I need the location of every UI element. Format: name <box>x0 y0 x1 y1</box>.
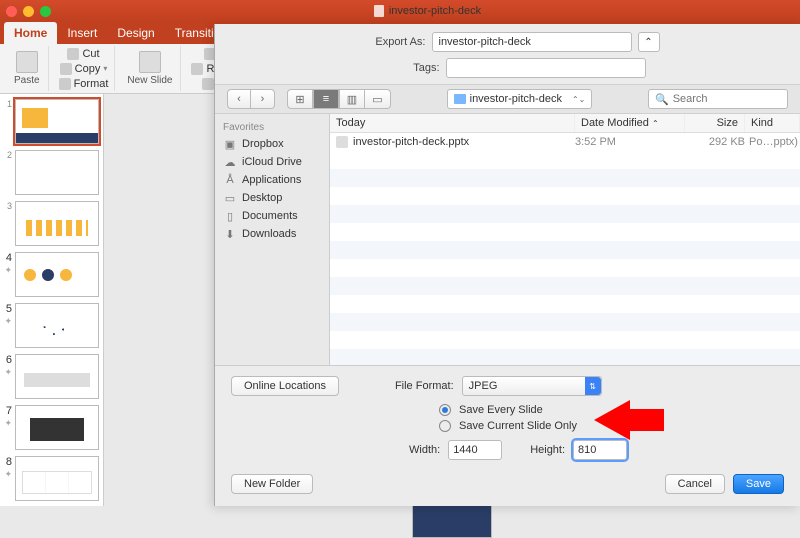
view-gallery-button[interactable]: ▭ <box>365 89 391 109</box>
width-label: Width: <box>409 444 440 456</box>
radio-save-every-slide[interactable] <box>439 404 451 416</box>
window-title-text: investor-pitch-deck <box>389 5 481 17</box>
sidebar-item-desktop[interactable]: ▭Desktop <box>219 189 325 207</box>
file-icon <box>336 136 348 148</box>
tab-insert[interactable]: Insert <box>57 22 107 44</box>
folder-dropdown[interactable]: investor-pitch-deck ⌃⌄ <box>447 89 593 109</box>
expand-dialog-button[interactable]: ⌃ <box>638 32 660 52</box>
tags-label: Tags: <box>370 62 440 74</box>
minimize-window-icon[interactable] <box>23 6 34 17</box>
search-field[interactable]: 🔍 <box>648 89 788 109</box>
file-list-header[interactable]: Today Date Modified ⌃ Size Kind <box>330 114 800 133</box>
format-button[interactable]: Format <box>57 77 111 91</box>
col-date: Date Modified ⌃ <box>575 114 685 132</box>
view-list-button[interactable]: ≡ <box>313 89 339 109</box>
search-icon: 🔍 <box>655 93 669 106</box>
new-slide-button[interactable]: New Slide <box>123 46 176 91</box>
dialog-options: Online Locations File Format: JPEG ⇅ Sav… <box>215 365 800 506</box>
cloud-icon: ☁ <box>223 156 237 168</box>
thumbnail-5[interactable]: 5✦ <box>4 303 99 348</box>
cut-button[interactable]: Cut <box>65 47 101 61</box>
col-name[interactable]: Today <box>330 114 575 132</box>
thumbnail-2[interactable]: 2The ProblemDescribe the problem <box>4 150 99 195</box>
nav-back-button[interactable]: ‹ <box>227 89 251 109</box>
title-bar: investor-pitch-deck <box>0 0 800 22</box>
select-arrows-icon: ⇅ <box>585 377 601 395</box>
thumbnail-3[interactable]: 3 <box>4 201 99 246</box>
downloads-icon: ⬇ <box>223 228 237 240</box>
copy-icon <box>60 63 72 75</box>
finder-sidebar: Favorites ▣Dropbox ☁iCloud Drive ÅApplic… <box>215 114 330 365</box>
copy-button[interactable]: Copy▾ <box>58 62 110 76</box>
tab-design[interactable]: Design <box>107 22 164 44</box>
zoom-window-icon[interactable] <box>40 6 51 17</box>
paste-button[interactable]: Paste <box>10 46 44 91</box>
thumbnail-1[interactable]: 1 <box>4 99 99 144</box>
tags-input[interactable] <box>446 58 646 78</box>
file-list: Today Date Modified ⌃ Size Kind investor… <box>330 114 800 365</box>
radio-save-current-slide[interactable] <box>439 420 451 432</box>
file-list-empty-area <box>330 151 800 365</box>
height-input[interactable] <box>573 440 627 460</box>
file-row[interactable]: investor-pitch-deck.pptx 3:52 PM 292 KB … <box>330 133 800 151</box>
applications-icon: Å <box>223 174 237 186</box>
section-icon <box>202 78 214 90</box>
finder-toolbar: ‹ › ⊞ ≡ ▥ ▭ investor-pitch-deck ⌃⌄ 🔍 <box>215 84 800 114</box>
window-title: investor-pitch-deck <box>61 5 794 17</box>
document-icon <box>374 5 384 17</box>
export-as-label: Export As: <box>356 36 426 48</box>
tab-home[interactable]: Home <box>4 22 57 44</box>
sidebar-item-downloads[interactable]: ⬇Downloads <box>219 225 325 243</box>
col-size[interactable]: Size <box>685 114 745 132</box>
reset-icon <box>191 63 203 75</box>
window-controls <box>6 6 51 17</box>
desktop-icon: ▭ <box>223 192 237 204</box>
radio-save-every-label: Save Every Slide <box>459 404 543 416</box>
sidebar-item-dropbox[interactable]: ▣Dropbox <box>219 135 325 153</box>
col-kind[interactable]: Kind <box>745 114 800 132</box>
online-locations-button[interactable]: Online Locations <box>231 376 339 396</box>
export-dialog: Export As: ⌃ Tags: ‹ › ⊞ ≡ ▥ ▭ investor-… <box>214 24 800 506</box>
thumbnail-6[interactable]: 6✦ <box>4 354 99 399</box>
paintbrush-icon <box>59 78 71 90</box>
new-folder-button[interactable]: New Folder <box>231 474 313 494</box>
save-button[interactable]: Save <box>733 474 784 494</box>
thumbnail-8[interactable]: 8✦ <box>4 456 99 501</box>
width-input[interactable] <box>448 440 502 460</box>
thumbnail-7[interactable]: 7✦ <box>4 405 99 450</box>
slide-thumbnails: 1 2The ProblemDescribe the problem 3 4✦ … <box>0 94 104 506</box>
search-input[interactable] <box>673 93 781 105</box>
documents-icon: ▯ <box>223 210 237 222</box>
sidebar-item-icloud[interactable]: ☁iCloud Drive <box>219 153 325 171</box>
scissors-icon <box>67 48 79 60</box>
cancel-button[interactable]: Cancel <box>665 474 725 494</box>
file-format-label: File Format: <box>395 380 454 392</box>
sidebar-favorites-header: Favorites <box>219 120 325 135</box>
height-label: Height: <box>530 444 565 456</box>
view-columns-button[interactable]: ▥ <box>339 89 365 109</box>
view-icons-button[interactable]: ⊞ <box>287 89 313 109</box>
nav-forward-button[interactable]: › <box>251 89 275 109</box>
sidebar-item-applications[interactable]: ÅApplications <box>219 171 325 189</box>
new-slide-icon <box>139 51 161 73</box>
thumbnail-4[interactable]: 4✦ <box>4 252 99 297</box>
folder-icon <box>454 94 466 104</box>
file-format-select[interactable]: JPEG ⇅ <box>462 376 602 396</box>
clipboard-icon <box>16 51 38 73</box>
close-window-icon[interactable] <box>6 6 17 17</box>
radio-save-current-label: Save Current Slide Only <box>459 420 577 432</box>
sidebar-item-documents[interactable]: ▯Documents <box>219 207 325 225</box>
dropbox-icon: ▣ <box>223 138 237 150</box>
export-filename-input[interactable] <box>432 32 632 52</box>
